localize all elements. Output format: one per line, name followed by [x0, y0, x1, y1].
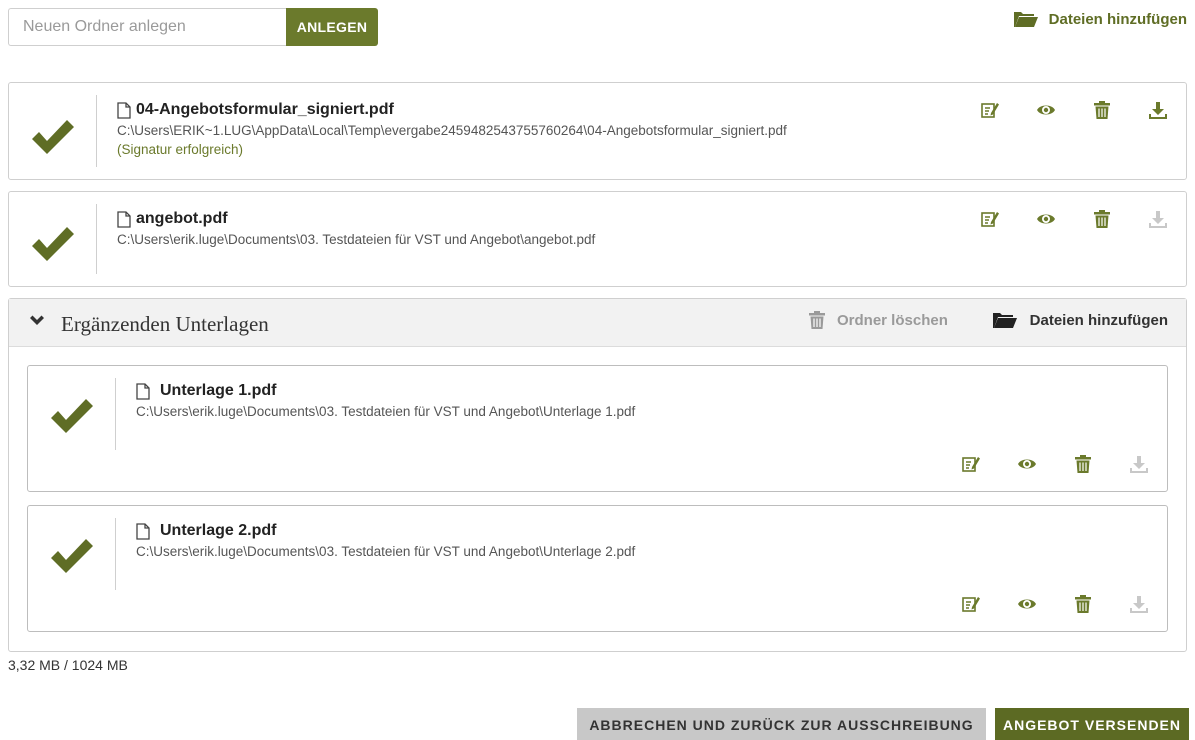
trash-icon — [807, 310, 827, 330]
file-name-text: angebot.pdf — [136, 210, 228, 227]
trash-icon[interactable] — [1092, 209, 1112, 229]
trash-icon[interactable] — [1073, 594, 1093, 614]
add-files-section-button[interactable]: Dateien hinzufügen — [992, 311, 1168, 329]
document-icon — [117, 102, 131, 119]
new-folder-form: ANLEGEN — [8, 8, 378, 46]
file-card: Unterlage 1.pdf C:\Users\erik.luge\Docum… — [27, 365, 1168, 492]
file-path: C:\Users\erik.luge\Documents\03. Testdat… — [117, 232, 596, 247]
edit-icon[interactable] — [980, 209, 1000, 229]
download-icon[interactable] — [1148, 100, 1168, 120]
download-icon — [1129, 594, 1149, 614]
view-icon[interactable] — [1017, 454, 1037, 474]
document-icon — [136, 383, 150, 400]
chevron-down-icon[interactable] — [29, 315, 45, 329]
file-actions — [961, 454, 1149, 474]
file-name-text: 04-Angebotsformular_signiert.pdf — [136, 101, 394, 118]
folder-open-icon — [1013, 10, 1039, 28]
file-name-text: Unterlage 1.pdf — [160, 382, 277, 399]
file-path: C:\Users\ERIK~1.LUG\AppData\Local\Temp\e… — [117, 123, 787, 138]
file-card: angebot.pdf C:\Users\erik.luge\Documents… — [8, 191, 1187, 287]
file-info: Unterlage 1.pdf C:\Users\erik.luge\Docum… — [136, 382, 635, 419]
section-title: Ergänzenden Unterlagen — [61, 312, 269, 336]
file-info: angebot.pdf C:\Users\erik.luge\Documents… — [117, 210, 595, 247]
file-info: 04-Angebotsformular_signiert.pdf C:\User… — [117, 101, 787, 157]
storage-usage: 3,32 MB / 1024 MB — [8, 657, 128, 673]
new-folder-input[interactable] — [8, 8, 286, 46]
download-icon — [1148, 209, 1168, 229]
view-icon[interactable] — [1036, 100, 1056, 120]
create-folder-button[interactable]: ANLEGEN — [286, 8, 378, 46]
view-icon[interactable] — [1036, 209, 1056, 229]
download-icon — [1129, 454, 1149, 474]
divider — [96, 95, 97, 167]
file-name: Unterlage 2.pdf — [136, 522, 635, 540]
checkmark-icon — [48, 536, 96, 576]
file-actions — [980, 100, 1168, 120]
file-actions — [961, 594, 1149, 614]
folder-open-icon — [992, 311, 1018, 329]
send-offer-button[interactable]: ANGEBOT VERSENDEN — [995, 708, 1189, 740]
view-icon[interactable] — [1017, 594, 1037, 614]
file-name-text: Unterlage 2.pdf — [160, 522, 277, 539]
file-card: Unterlage 2.pdf C:\Users\erik.luge\Docum… — [27, 505, 1168, 632]
checkmark-icon — [29, 224, 77, 264]
cancel-button[interactable]: ABBRECHEN UND ZURÜCK ZUR AUSSCHREIBUNG — [577, 708, 986, 740]
section-header: Ergänzenden Unterlagen Ordner löschen Da… — [9, 299, 1186, 347]
add-files-label: Dateien hinzufügen — [1048, 10, 1187, 28]
delete-folder-label: Ordner löschen — [837, 311, 948, 329]
file-path: C:\Users\erik.luge\Documents\03. Testdat… — [136, 544, 636, 559]
document-icon — [136, 523, 150, 540]
edit-icon[interactable] — [980, 100, 1000, 120]
delete-folder-button[interactable]: Ordner löschen — [807, 310, 948, 330]
divider — [115, 378, 116, 450]
file-name: Unterlage 1.pdf — [136, 382, 635, 400]
checkmark-icon — [29, 117, 77, 157]
file-name: 04-Angebotsformular_signiert.pdf — [117, 101, 787, 119]
file-path: C:\Users\erik.luge\Documents\03. Testdat… — [136, 404, 636, 419]
file-info: Unterlage 2.pdf C:\Users\erik.luge\Docum… — [136, 522, 635, 559]
divider — [96, 204, 97, 274]
trash-icon[interactable] — [1073, 454, 1093, 474]
file-name: angebot.pdf — [117, 210, 595, 228]
edit-icon[interactable] — [961, 454, 981, 474]
trash-icon[interactable] — [1092, 100, 1112, 120]
folder-section: Ergänzenden Unterlagen Ordner löschen Da… — [8, 298, 1187, 652]
add-files-section-label: Dateien hinzufügen — [1029, 311, 1168, 329]
file-card: 04-Angebotsformular_signiert.pdf C:\User… — [8, 82, 1187, 180]
document-icon — [117, 211, 131, 228]
signature-status: (Signatur erfolgreich) — [117, 142, 244, 157]
add-files-button[interactable]: Dateien hinzufügen — [1013, 10, 1187, 28]
divider — [115, 518, 116, 590]
checkmark-icon — [48, 396, 96, 436]
edit-icon[interactable] — [961, 594, 981, 614]
file-actions — [980, 209, 1168, 229]
